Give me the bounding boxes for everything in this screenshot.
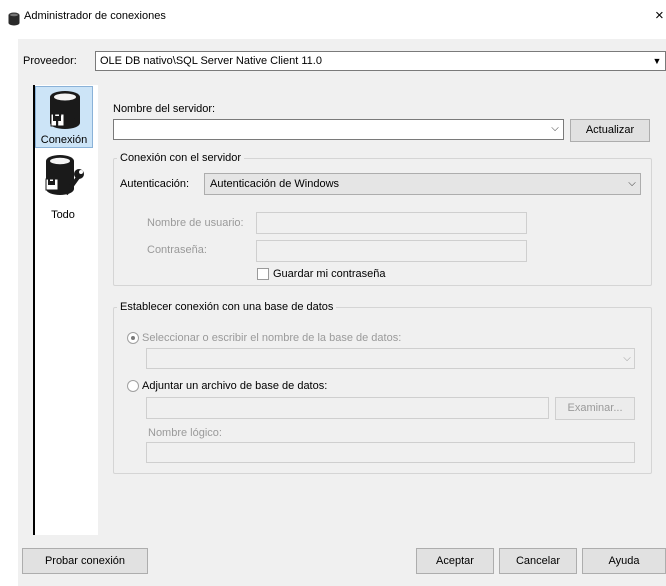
cancel-button[interactable]: Cancelar (499, 548, 577, 574)
provider-value: OLE DB nativo\SQL Server Native Client 1… (100, 55, 322, 67)
attach-file-radio[interactable] (127, 380, 139, 392)
logical-name-field[interactable] (146, 442, 635, 463)
database-icon (8, 12, 20, 26)
help-button[interactable]: Ayuda (582, 548, 666, 574)
logical-name-label: Nombre lógico: (148, 427, 222, 439)
chevron-down-icon[interactable]: ▼ (648, 51, 666, 71)
radio-selected-dot (131, 336, 135, 340)
attach-file-label: Adjuntar un archivo de base de datos: (142, 380, 328, 392)
auth-label: Autenticación: (120, 178, 190, 190)
server-connection-title: Conexión con el servidor (117, 152, 245, 164)
password-label: Contraseña: (147, 244, 207, 256)
save-password-label: Guardar mi contraseña (273, 268, 386, 280)
save-password-checkbox[interactable] (257, 268, 269, 280)
nav-label-conexion: Conexión (40, 134, 88, 146)
chevron-down-icon[interactable]: ⌵ (624, 173, 640, 195)
chevron-down-icon[interactable]: ⌵ (546, 119, 564, 140)
username-field[interactable] (256, 212, 527, 234)
database-tools-icon (44, 154, 84, 201)
server-name-label: Nombre del servidor: (113, 103, 216, 115)
nav-item-todo[interactable]: Todo (35, 152, 93, 226)
window-title: Administrador de conexiones (24, 10, 166, 22)
attach-file-field[interactable] (146, 397, 549, 419)
username-label: Nombre de usuario: (147, 217, 244, 229)
password-field[interactable] (256, 240, 527, 262)
nav-item-conexion[interactable]: Conexión (35, 86, 93, 148)
auth-value: Autenticación de Windows (210, 178, 340, 190)
nav-label-todo: Todo (51, 209, 75, 221)
test-connection-button[interactable]: Probar conexión (22, 548, 148, 574)
browse-button[interactable]: Examinar... (555, 397, 635, 420)
refresh-button[interactable]: Actualizar (570, 119, 650, 142)
close-button[interactable]: × (655, 8, 664, 23)
database-group-title: Establecer conexión con una base de dato… (117, 301, 337, 313)
select-database-radio[interactable] (127, 332, 139, 344)
provider-label: Proveedor: (23, 55, 77, 67)
server-name-combo[interactable] (113, 119, 564, 140)
chevron-down-icon[interactable]: ⌵ (619, 348, 635, 369)
accept-button[interactable]: Aceptar (416, 548, 494, 574)
database-name-select[interactable] (146, 348, 635, 369)
database-plug-icon (48, 90, 82, 133)
select-database-label: Seleccionar o escribir el nombre de la b… (142, 332, 402, 344)
